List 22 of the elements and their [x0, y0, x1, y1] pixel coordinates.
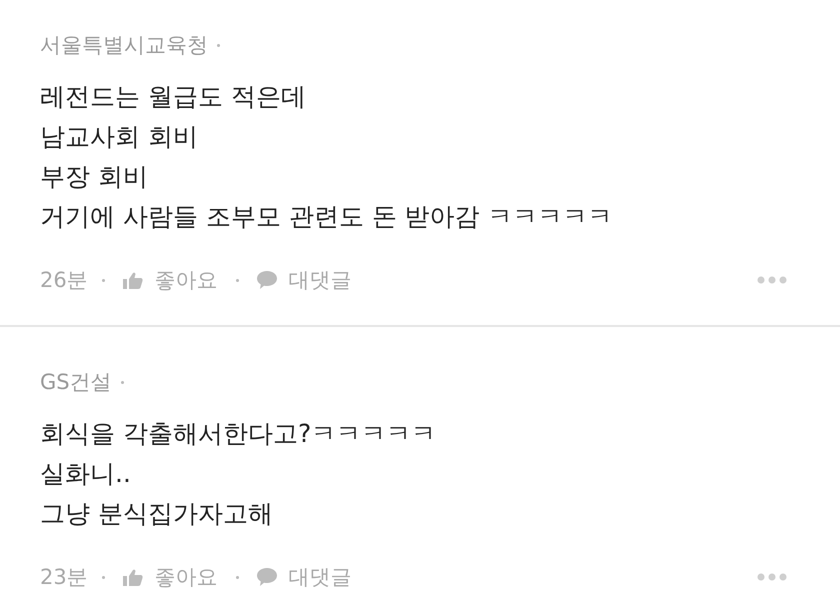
- more-options-icon[interactable]: [757, 276, 787, 284]
- like-button[interactable]: 좋아요: [122, 563, 218, 591]
- thumbs-up-icon: [122, 568, 143, 586]
- separator-dot-icon: [102, 576, 105, 578]
- separator-dot-icon: [236, 576, 239, 578]
- reply-button[interactable]: 대댓글: [256, 266, 352, 294]
- thumbs-up-icon: [122, 272, 143, 288]
- comment-author[interactable]: GS건설: [40, 368, 112, 396]
- separator-dot-icon: [217, 44, 220, 46]
- comment-text: 레전드는 월급도 적은데 남교사회 회비 부장 회비 거기에 사람들 조부모 관련도 돈 받아감 ㅋㅋㅋㅋㅋ: [40, 81, 614, 233]
- reply-button[interactable]: 대댓글: [256, 563, 352, 591]
- like-button[interactable]: 좋아요: [122, 266, 218, 294]
- comment-time: 23분: [40, 564, 88, 591]
- comment-author[interactable]: 서울특별시교육청: [40, 31, 208, 59]
- speech-bubble-icon: [256, 568, 277, 586]
- more-options-icon[interactable]: [757, 573, 787, 581]
- separator-dot-icon: [120, 380, 124, 384]
- comment-text: 회식을 각출해서한다고?ㅋㅋㅋㅋㅋ 실화니.. 그냥 분식집가자고해: [40, 418, 438, 530]
- speech-bubble-icon: [256, 271, 277, 289]
- separator-dot-icon: [236, 278, 239, 282]
- separator-dot-icon: [102, 278, 105, 282]
- comment-time: 26분: [40, 267, 88, 294]
